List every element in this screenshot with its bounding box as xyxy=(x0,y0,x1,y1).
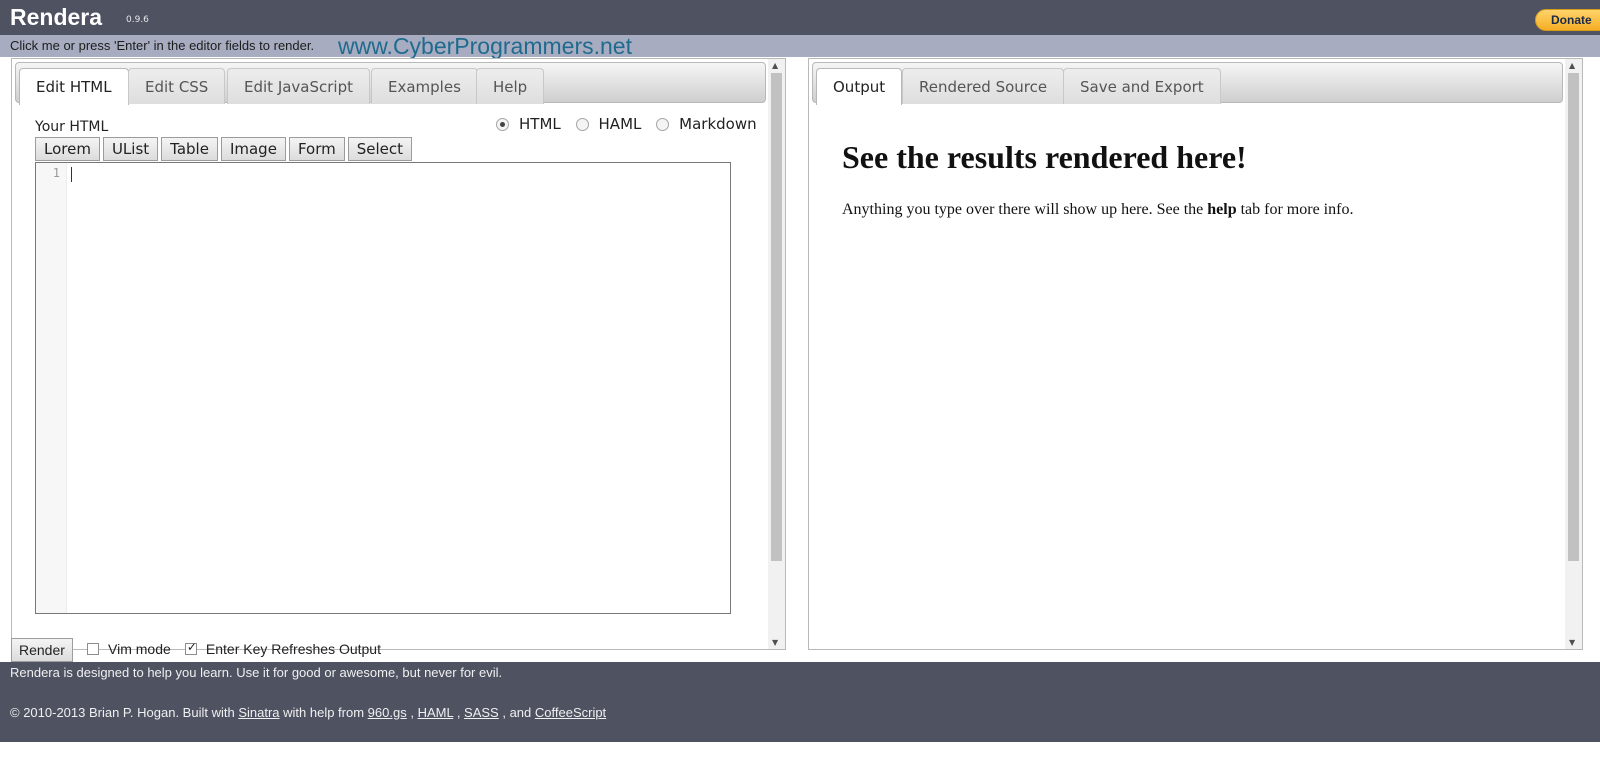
tab-output[interactable]: Output xyxy=(816,68,903,105)
select-button[interactable]: Select xyxy=(347,137,413,161)
app-header: Rendera 0.9.6 Donate xyxy=(0,0,1600,35)
enter-refresh-label: Enter Key Refreshes Output xyxy=(205,641,381,657)
scroll-down-icon[interactable]: ▼ xyxy=(1569,638,1575,647)
table-button[interactable]: Table xyxy=(161,137,218,161)
render-button[interactable]: Render xyxy=(11,638,73,662)
format-option-html[interactable]: HTML xyxy=(496,115,561,133)
render-notice-bar[interactable]: Click me or press 'Enter' in the editor … xyxy=(0,33,1600,59)
editor-tab-bar: Edit HTML Edit CSS Edit JavaScript Examp… xyxy=(15,62,766,105)
section-label: Your HTML xyxy=(35,119,109,135)
image-button[interactable]: Image xyxy=(220,137,286,161)
format-selector: HTML HAML Markdown xyxy=(496,115,767,135)
footer-credits: © 2010-2013 Brian P. Hogan. Built with S… xyxy=(10,705,606,720)
credits-separator: , xyxy=(453,705,465,720)
editor-panel-scrollbar[interactable]: ▲ ▼ xyxy=(768,59,785,649)
output-text-start: Anything you type over there will show u… xyxy=(842,201,1208,218)
radio-html-label: HTML xyxy=(519,115,561,133)
output-tab-bar: Output Rendered Source Save and Export xyxy=(812,62,1563,105)
vim-mode-label: Vim mode xyxy=(108,641,171,657)
tab-help[interactable]: Help xyxy=(476,68,545,104)
editor-caret xyxy=(71,167,72,182)
output-panel: Output Rendered Source Save and Export S… xyxy=(808,58,1583,650)
watermark-text: www.CyberProgrammers.net xyxy=(338,33,632,59)
vim-mode-toggle[interactable]: Vim mode xyxy=(87,641,171,657)
scroll-up-icon[interactable]: ▲ xyxy=(1569,61,1575,70)
radio-haml-label: HAML xyxy=(598,115,642,133)
ulist-button[interactable]: UList xyxy=(102,137,159,161)
output-heading: See the results rendered here! xyxy=(842,139,1247,175)
output-help-word: help xyxy=(1207,201,1237,218)
editor-panel: Edit HTML Edit CSS Edit JavaScript Examp… xyxy=(11,58,786,650)
app-version: 0.9.6 xyxy=(126,15,149,25)
radio-markdown-label: Markdown xyxy=(679,115,757,133)
output-text-end: tab for more info. xyxy=(1236,201,1354,218)
lorem-button[interactable]: Lorem xyxy=(35,137,100,161)
vim-mode-checkbox[interactable] xyxy=(87,643,100,655)
donate-button[interactable]: Donate xyxy=(1535,9,1600,31)
line-number: 1 xyxy=(52,166,60,180)
credits-and: , and xyxy=(498,705,535,720)
sass-link[interactable]: SASS xyxy=(464,705,499,720)
output-paragraph: Anything you type over there will show u… xyxy=(842,201,1353,219)
scroll-down-icon[interactable]: ▼ xyxy=(772,638,778,647)
tab-edit-javascript[interactable]: Edit JavaScript xyxy=(227,68,371,104)
scrollbar-thumb[interactable] xyxy=(1568,73,1579,561)
credits-separator: , xyxy=(406,705,418,720)
output-panel-scrollbar[interactable]: ▲ ▼ xyxy=(1565,59,1582,649)
tab-edit-html[interactable]: Edit HTML xyxy=(19,68,129,105)
html-editor[interactable]: 1 xyxy=(35,162,731,614)
radio-html[interactable] xyxy=(496,117,509,131)
enter-refresh-toggle[interactable]: Enter Key Refreshes Output xyxy=(184,640,381,657)
960gs-link[interactable]: 960.gs xyxy=(368,705,407,720)
tab-examples[interactable]: Examples xyxy=(371,68,478,104)
footer: Rendera is designed to help you learn. U… xyxy=(0,662,1600,742)
sinatra-link[interactable]: Sinatra xyxy=(238,705,279,720)
credits-text: with help from xyxy=(279,705,368,720)
footer-tagline: Rendera is designed to help you learn. U… xyxy=(10,665,503,680)
tab-rendered-source[interactable]: Rendered Source xyxy=(902,68,1065,104)
app-logo[interactable]: Rendera xyxy=(10,4,102,31)
tab-edit-css[interactable]: Edit CSS xyxy=(128,68,226,104)
snippet-toolbar: Lorem UList Table Image Form Select xyxy=(35,137,415,162)
editor-gutter: 1 xyxy=(36,163,67,613)
radio-markdown[interactable] xyxy=(656,117,670,131)
render-notice[interactable]: Click me or press 'Enter' in the editor … xyxy=(10,38,314,53)
enter-refresh-checkbox[interactable] xyxy=(184,640,197,655)
scrollbar-thumb[interactable] xyxy=(771,73,782,561)
format-option-haml[interactable]: HAML xyxy=(575,115,642,133)
render-controls: Render Vim mode Enter Key Refreshes Outp… xyxy=(11,638,381,662)
format-option-markdown[interactable]: Markdown xyxy=(656,115,757,133)
tab-save-and-export[interactable]: Save and Export xyxy=(1063,68,1221,104)
copyright-text: © 2010-2013 Brian P. Hogan. Built with xyxy=(10,705,239,720)
form-button[interactable]: Form xyxy=(288,137,345,161)
radio-haml[interactable] xyxy=(575,117,589,131)
coffeescript-link[interactable]: CoffeeScript xyxy=(535,705,606,720)
haml-link[interactable]: HAML xyxy=(418,705,454,720)
scroll-up-icon[interactable]: ▲ xyxy=(772,61,778,70)
